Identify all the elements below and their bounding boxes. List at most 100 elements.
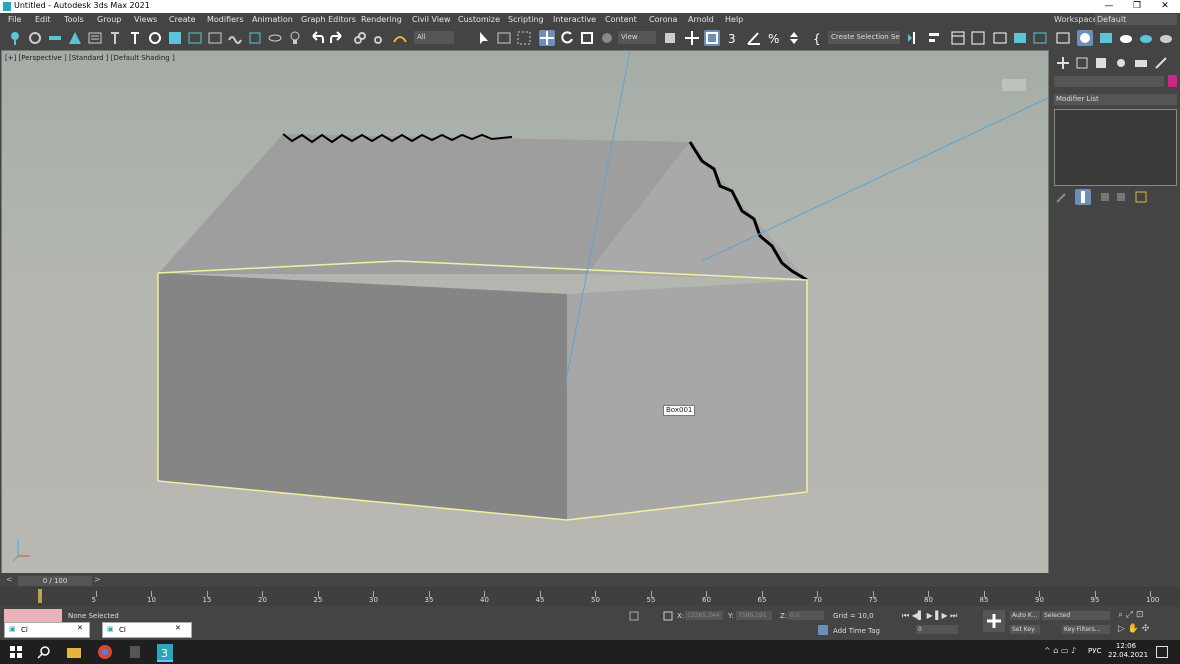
- current-frame-field[interactable]: 0: [916, 625, 958, 634]
- workspaces-dropdown[interactable]: Default: [1095, 14, 1177, 25]
- tree-icon[interactable]: [67, 30, 83, 46]
- time-slider[interactable]: < >: [0, 573, 1180, 587]
- x-coordinate-field[interactable]: 12265,344: [685, 611, 723, 620]
- select-by-name-icon[interactable]: [496, 30, 512, 46]
- configure-sets-icon[interactable]: [1133, 189, 1149, 205]
- search-icon[interactable]: [36, 644, 52, 660]
- menu-scripting[interactable]: Scripting: [508, 15, 544, 24]
- menu-civil-view[interactable]: Civil View: [412, 15, 451, 24]
- time-tag-icon[interactable]: [818, 625, 828, 635]
- chrome-icon[interactable]: [97, 644, 113, 660]
- playback-controls[interactable]: ⏮ ◀▌ ▶ ▌▶ ⏭: [902, 611, 957, 621]
- maximize-button[interactable]: ❐: [1124, 0, 1150, 13]
- frame-icon[interactable]: [187, 30, 203, 46]
- close-button[interactable]: ✕: [1152, 0, 1178, 13]
- 3dsmax-taskbar-icon[interactable]: 3: [157, 644, 173, 662]
- menu-customize[interactable]: Customize: [458, 15, 500, 24]
- language-indicator[interactable]: РУС: [1088, 647, 1101, 655]
- wave-icon[interactable]: [227, 30, 243, 46]
- move-icon[interactable]: [539, 30, 555, 46]
- selection-filter-dropdown[interactable]: All: [414, 31, 454, 44]
- menu-tools[interactable]: Tools: [64, 15, 84, 24]
- show-end-result-icon[interactable]: [1075, 189, 1091, 205]
- render-setup-icon[interactable]: [1055, 30, 1071, 46]
- object-color-swatch[interactable]: [1168, 75, 1177, 87]
- clock[interactable]: 12:06 22.04.2021: [1108, 642, 1148, 660]
- angle-snap-icon[interactable]: [746, 30, 762, 46]
- pan-icon[interactable]: ▷ ✋ ✣: [1118, 624, 1149, 634]
- display-tab-icon[interactable]: [1133, 55, 1149, 71]
- menu-file[interactable]: File: [8, 15, 21, 24]
- menu-views[interactable]: Views: [134, 15, 157, 24]
- motion-tab-icon[interactable]: [1113, 55, 1129, 71]
- menu-rendering[interactable]: Rendering: [361, 15, 402, 24]
- preview-2-close[interactable]: ✕: [175, 624, 181, 632]
- render-iterative-icon[interactable]: [1158, 30, 1174, 46]
- modify-tab-icon[interactable]: [1074, 55, 1090, 71]
- remove-modifier-icon[interactable]: [1113, 189, 1129, 205]
- file-explorer-icon[interactable]: [66, 644, 82, 660]
- unlink-icon[interactable]: [372, 30, 388, 46]
- ribbon-icon[interactable]: [992, 30, 1008, 46]
- rotate-tool-icon[interactable]: [559, 30, 575, 46]
- make-unique-icon[interactable]: [1097, 189, 1113, 205]
- preview-1-close[interactable]: ✕: [77, 624, 83, 632]
- list-icon[interactable]: [87, 30, 103, 46]
- notifications-icon[interactable]: [1156, 646, 1168, 658]
- redo-icon[interactable]: [329, 30, 345, 46]
- align-icon[interactable]: [926, 30, 942, 46]
- render-teapot-icon[interactable]: [1118, 30, 1134, 46]
- menu-help[interactable]: Help: [725, 15, 743, 24]
- menu-create[interactable]: Create: [169, 15, 196, 24]
- curve-editor-icon[interactable]: [1012, 30, 1028, 46]
- game-icon[interactable]: [127, 644, 143, 660]
- menu-group[interactable]: Group: [97, 15, 121, 24]
- rendered-frame-icon[interactable]: [1098, 30, 1114, 46]
- material-editor-icon[interactable]: [1077, 30, 1093, 46]
- start-icon[interactable]: [8, 644, 24, 660]
- modifier-list-dropdown[interactable]: Modifier List: [1054, 94, 1177, 105]
- reference-coord-dropdown[interactable]: View: [618, 31, 656, 44]
- keyboard-shortcut-icon[interactable]: [704, 30, 720, 46]
- menu-animation[interactable]: Animation: [252, 15, 293, 24]
- object-name-field[interactable]: [1054, 76, 1164, 87]
- viewport-label[interactable]: [+] [Perspective ] [Standard ] [Default …: [5, 54, 175, 62]
- bulb-icon[interactable]: [287, 30, 303, 46]
- perspective-viewport[interactable]: [1, 50, 1049, 574]
- hierarchy-tab-icon[interactable]: [1093, 55, 1109, 71]
- key-mode-dropdown[interactable]: Selected: [1042, 611, 1110, 620]
- named-selection-dropdown[interactable]: Create Selection Se: [828, 31, 900, 44]
- taskbar-preview-2[interactable]: ▣ Cl ✕: [102, 622, 192, 638]
- scene-canvas[interactable]: [2, 51, 1048, 573]
- key-filters-button[interactable]: Key Filters...: [1062, 625, 1110, 634]
- next-frame-button[interactable]: >: [94, 575, 101, 584]
- maxscript-listener[interactable]: [4, 609, 62, 622]
- menu-interactive[interactable]: Interactive: [553, 15, 596, 24]
- prev-frame-button[interactable]: <: [6, 575, 13, 584]
- absolute-mode-icon[interactable]: [663, 611, 673, 621]
- box-icon[interactable]: [247, 30, 263, 46]
- spinner-snap-icon[interactable]: [786, 30, 802, 46]
- orbit-icon[interactable]: [267, 30, 283, 46]
- rotate-icon[interactable]: [147, 30, 163, 46]
- edit-named-sets-icon[interactable]: {: [810, 30, 826, 46]
- rect-selection-icon[interactable]: [516, 30, 532, 46]
- bind-space-warp-icon[interactable]: [392, 30, 408, 46]
- gear-icon[interactable]: [27, 30, 43, 46]
- pin-icon[interactable]: [7, 30, 23, 46]
- placement-icon[interactable]: [599, 30, 615, 46]
- camera-icon[interactable]: [167, 30, 183, 46]
- set-key-big-icon[interactable]: [983, 610, 1005, 632]
- undo-icon[interactable]: [309, 30, 325, 46]
- mirror-icon[interactable]: [906, 30, 922, 46]
- menu-modifiers[interactable]: Modifiers: [207, 15, 244, 24]
- scene-explorer-icon[interactable]: [950, 30, 966, 46]
- render-production-icon[interactable]: [1138, 30, 1154, 46]
- menu-edit[interactable]: Edit: [35, 15, 51, 24]
- y-coordinate-field[interactable]: 7586,191: [736, 611, 772, 620]
- select-link-icon[interactable]: [352, 30, 368, 46]
- auto-key-button[interactable]: Auto K...: [1010, 611, 1040, 620]
- manipulate-icon[interactable]: [684, 30, 700, 46]
- pin-stack-icon[interactable]: [1054, 189, 1070, 205]
- select-object-icon[interactable]: [476, 30, 492, 46]
